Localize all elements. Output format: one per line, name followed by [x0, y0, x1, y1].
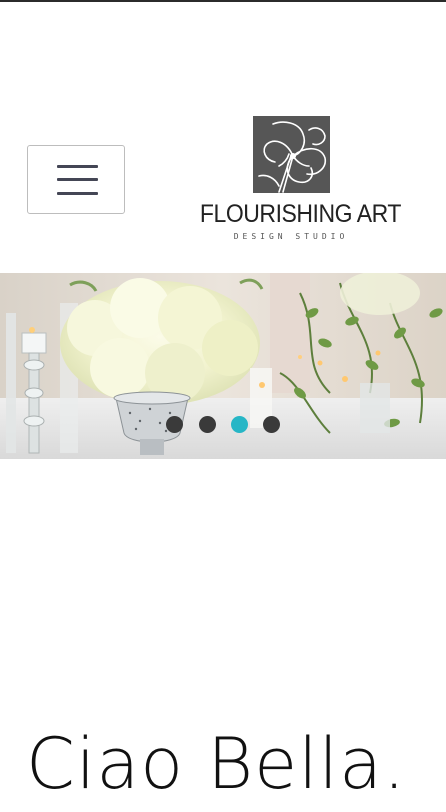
- page-headline: Ciao Bella.: [26, 723, 407, 805]
- slider-dot-3[interactable]: [231, 416, 248, 433]
- site-logo[interactable]: FLOURISHING ART DESIGN STUDIO: [192, 116, 401, 248]
- hero-slider[interactable]: [0, 273, 446, 459]
- logo-name: FLOURISHING ART: [199, 200, 401, 228]
- menu-button[interactable]: [27, 145, 125, 214]
- slider-dot-1[interactable]: [166, 416, 183, 433]
- slider-dot-2[interactable]: [199, 416, 216, 433]
- hero-slide-image: [0, 273, 446, 459]
- page: FLOURISHING ART DESIGN STUDIO Ciao Bella…: [0, 0, 446, 812]
- logo-tagline: DESIGN STUDIO: [233, 232, 349, 241]
- flower-logo-mark-icon: [253, 116, 330, 193]
- slider-dot-4[interactable]: [263, 416, 280, 433]
- top-border: [0, 0, 446, 2]
